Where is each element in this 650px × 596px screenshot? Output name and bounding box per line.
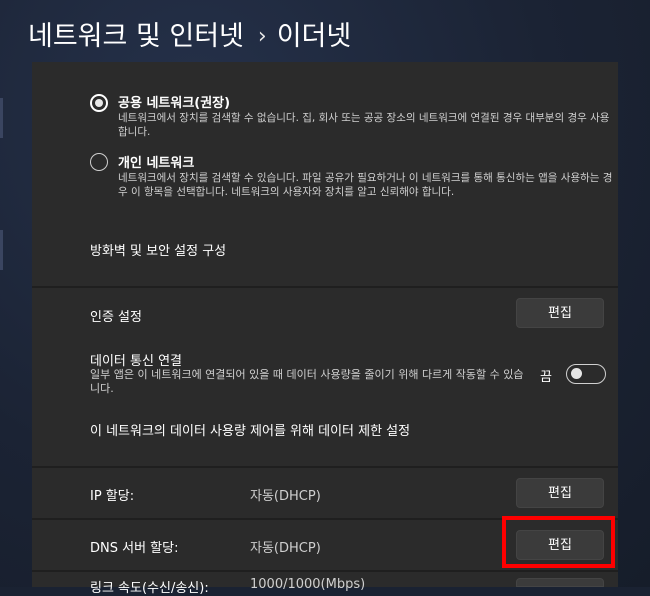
metered-connection-title: 데이터 통신 연결 xyxy=(90,354,182,369)
auth-settings-label: 인증 설정 xyxy=(90,310,142,325)
highlight-box xyxy=(502,516,615,568)
dns-assignment-label: DNS 서버 할당: xyxy=(90,541,179,556)
public-network-description: 네트워크에서 장치를 검색할 수 없습니다. 집, 회사 또는 공공 장소의 네… xyxy=(118,112,610,138)
nav-edge-marker xyxy=(0,230,3,270)
metered-toggle-state-label: 끔 xyxy=(540,370,552,385)
breadcrumb-separator-icon: › xyxy=(257,24,267,49)
dns-assignment-value: 자동(DHCP) xyxy=(250,541,321,556)
private-network-radio[interactable] xyxy=(90,153,108,171)
private-network-description: 네트워크에서 장치를 검색할 수 있습니다. 파일 공유가 필요하거나 이 네트… xyxy=(118,172,613,198)
public-network-title: 공용 네트워크(권장) xyxy=(118,96,231,111)
link-speed-button[interactable] xyxy=(516,578,604,587)
metered-connection-toggle[interactable] xyxy=(566,364,606,384)
ip-assignment-label: IP 할당: xyxy=(90,489,135,504)
public-network-radio[interactable] xyxy=(90,94,108,112)
page-title: 이더넷 xyxy=(276,21,352,52)
breadcrumb: 네트워크 및 인터넷 › 이더넷 xyxy=(28,14,351,53)
metered-connection-description: 일부 앱은 이 네트워크에 연결되어 있을 때 데이터 사용량을 줄이기 위해 … xyxy=(90,368,524,395)
nav-edge-marker xyxy=(0,98,3,138)
toggle-knob xyxy=(571,368,582,379)
ip-assignment-value: 자동(DHCP) xyxy=(250,489,321,504)
private-network-title: 개인 네트워크 xyxy=(118,156,195,171)
ip-edit-button[interactable]: 편집 xyxy=(516,478,604,508)
link-speed-value: 1000/1000(Mbps) xyxy=(250,577,366,592)
data-limit-link[interactable]: 이 네트워크의 데이터 사용량 제어를 위해 데이터 제한 설정 xyxy=(90,420,410,439)
auth-edit-button[interactable]: 편집 xyxy=(516,298,604,328)
breadcrumb-parent[interactable]: 네트워크 및 인터넷 xyxy=(28,21,244,52)
firewall-settings-link[interactable]: 방화벽 및 보안 설정 구성 xyxy=(90,240,226,259)
